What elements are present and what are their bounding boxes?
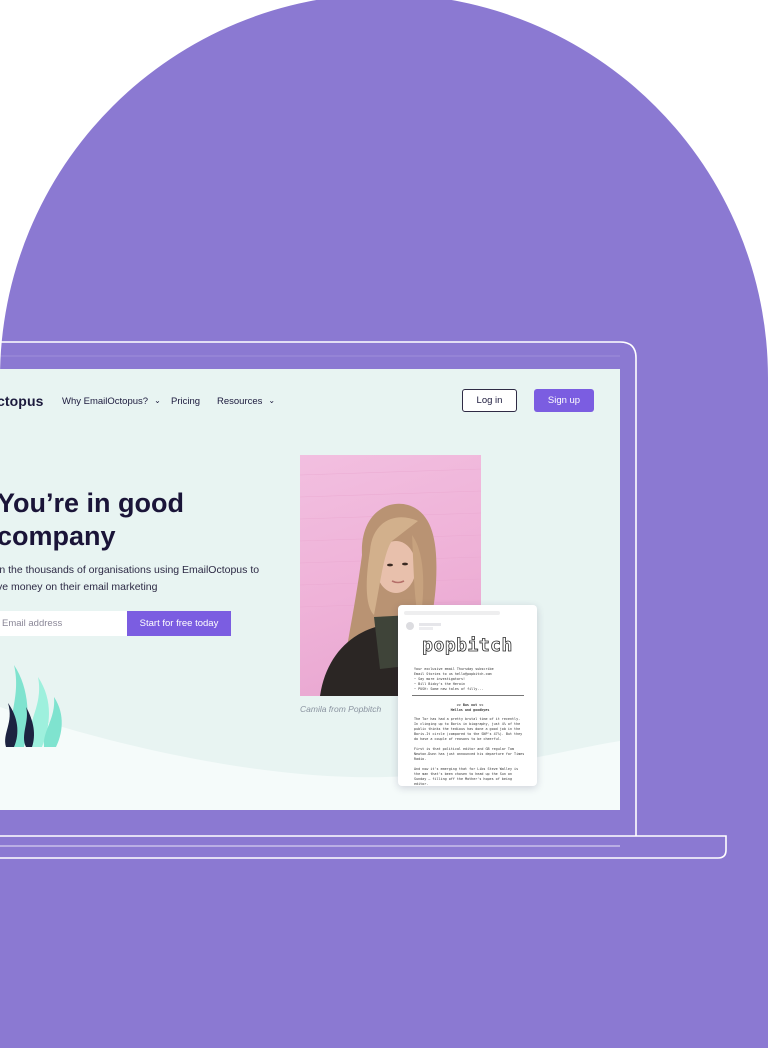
hero-title: You’re in good company [0, 487, 297, 553]
signup-button[interactable]: Sign up [534, 389, 594, 412]
hero-title-line: company [0, 521, 116, 551]
hero-subtitle-line: ve money on their email marketing [0, 581, 158, 593]
login-button[interactable]: Log in [462, 389, 517, 412]
nav-item-label: Resources [217, 396, 263, 407]
top-navigation: ctopus Why EmailOctopus? ⌄ Pricing Resou… [0, 369, 620, 435]
newsletter-section-heading: >> Bus out << Hellos and goodbyes [450, 703, 490, 712]
chevron-down-icon: ⌄ [154, 396, 161, 405]
preview-header-bar [404, 611, 500, 615]
hero-subtitle-line: in the thousands of organisations using … [0, 564, 260, 576]
newsletter-body: The Tor has had a pretty brutal time of … [414, 717, 525, 786]
nav-item-label: Pricing [171, 396, 201, 407]
brand-logo[interactable]: ctopus [0, 393, 44, 409]
marketing-graphic: ctopus Why EmailOctopus? ⌄ Pricing Resou… [0, 0, 768, 1048]
seaweed-illustration [5, 665, 62, 747]
nav-item-why-emailoctopus[interactable]: Why EmailOctopus? ⌄ [62, 396, 161, 407]
nav-item-resources[interactable]: Resources ⌄ [217, 396, 275, 407]
nav-item-label: Why EmailOctopus? [62, 396, 149, 407]
hero-subtitle: in the thousands of organisations using … [0, 562, 277, 596]
email-input[interactable] [0, 611, 127, 636]
photo-caption: Camila from Popbitch [300, 704, 382, 714]
hero-title-line: You’re in good [0, 488, 184, 518]
chevron-down-icon: ⌄ [268, 396, 276, 405]
newsletter-intro: Your exclusive email Thursday subscribe … [414, 667, 494, 691]
laptop-screen: ctopus Why EmailOctopus? ⌄ Pricing Resou… [0, 369, 620, 810]
email-preview-card: popbitch Your exclusive email Thursday s… [398, 605, 537, 786]
newsletter-logo: popbitch [422, 635, 513, 657]
divider [412, 695, 524, 696]
nav-item-pricing[interactable]: Pricing [171, 396, 200, 407]
sender-line [419, 627, 433, 630]
start-free-button[interactable]: Start for free today [127, 611, 231, 636]
avatar [406, 622, 414, 630]
sender-line [419, 623, 441, 626]
